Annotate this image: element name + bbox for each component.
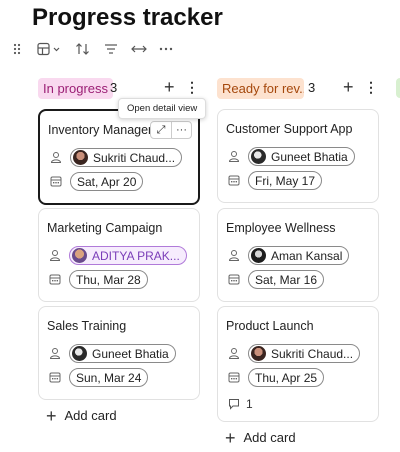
plus-icon: + — [46, 405, 57, 426]
person-icon — [50, 152, 62, 163]
person-icon — [49, 250, 61, 261]
assignee-name: Guneet Bhatia — [271, 149, 348, 164]
date-chip[interactable]: Thu, Mar 28 — [69, 270, 148, 289]
avatar — [251, 248, 266, 263]
calendar-icon — [228, 274, 240, 285]
board-view-icon[interactable] — [36, 41, 64, 57]
assignee-chip[interactable]: ADITYA PRAK... — [69, 246, 187, 265]
card-customer-support-app[interactable]: Customer Support App Guneet Bhatia Fri, … — [217, 109, 379, 203]
filter-icon[interactable] — [103, 41, 119, 57]
date-chip[interactable]: Fri, May 17 — [248, 171, 323, 190]
column-more-icon[interactable]: ⋮ — [364, 78, 378, 96]
assignee-name: Sukriti Chaud... — [93, 150, 176, 165]
status-pill[interactable]: Ready for rev... — [217, 78, 304, 99]
person-icon — [228, 151, 240, 162]
assignee-chip[interactable]: Guneet Bhatia — [69, 344, 176, 363]
comment-count-label: 1 — [246, 397, 253, 411]
assignee-name: Sukriti Chaud... — [271, 346, 354, 361]
card-count: 3 — [110, 80, 118, 95]
card-inventory-management[interactable]: Inventory Management ⤢ ··· Sukriti Chaud… — [38, 109, 200, 205]
date-chip[interactable]: Thu, Apr 25 — [248, 368, 325, 387]
more-icon[interactable] — [158, 41, 174, 57]
card-more-icon[interactable]: ··· — [171, 122, 191, 138]
avatar — [251, 149, 266, 164]
avatar — [72, 248, 87, 263]
card-title: Marketing Campaign — [47, 221, 163, 235]
calendar-icon — [50, 176, 62, 187]
plus-icon: + — [225, 427, 236, 448]
avatar — [72, 346, 87, 361]
card-title: Inventory Management — [48, 123, 152, 137]
card-title: Sales Training — [47, 319, 127, 333]
card-title: Employee Wellness — [226, 221, 336, 235]
card-title: Customer Support App — [226, 122, 353, 136]
column-header: In progress 3 + ⋮ — [38, 76, 200, 100]
assignee-chip[interactable]: Aman Kansal — [248, 246, 350, 265]
calendar-icon — [228, 372, 240, 383]
sort-icon[interactable] — [74, 41, 92, 57]
column-more-icon[interactable]: ⋮ — [185, 78, 199, 96]
card-sales-training[interactable]: Sales Training Guneet Bhatia Sun, Mar 24 — [38, 306, 200, 400]
avatar — [73, 150, 88, 165]
expand-icon[interactable] — [130, 41, 148, 57]
assignee-chip[interactable]: Guneet Bhatia — [248, 147, 355, 166]
date-chip[interactable]: Sun, Mar 24 — [69, 368, 149, 387]
calendar-icon — [228, 175, 240, 186]
card-marketing-campaign[interactable]: Marketing Campaign ADITYA PRAK... Thu, M… — [38, 208, 200, 302]
tooltip: Open detail view — [118, 98, 207, 119]
person-icon — [49, 348, 61, 359]
person-icon — [228, 348, 240, 359]
calendar-icon — [49, 372, 61, 383]
board-column-ready-for-review: Ready for rev... 3 + ⋮ — [217, 76, 379, 100]
person-icon — [228, 250, 240, 261]
add-card-label: Add card — [64, 408, 117, 423]
status-pill[interactable]: In progress — [38, 78, 114, 99]
open-detail-icon[interactable]: ⤢ — [151, 122, 171, 138]
card-count: 3 — [308, 80, 316, 95]
avatar — [251, 346, 266, 361]
date-chip[interactable]: Sat, Apr 20 — [70, 172, 144, 191]
assignee-name: Guneet Bhatia — [92, 346, 169, 361]
assignee-chip[interactable]: Sukriti Chaud... — [70, 148, 183, 167]
assignee-name: ADITYA PRAK... — [92, 248, 180, 263]
add-card-button[interactable]: + Add card — [225, 427, 296, 448]
drag-handle-icon[interactable] — [12, 42, 22, 56]
page-title: Progress tracker — [32, 4, 223, 31]
date-chip[interactable]: Sat, Mar 16 — [248, 270, 325, 289]
next-column-edge — [396, 78, 400, 98]
card-product-launch[interactable]: Product Launch Sukriti Chaud... Thu, Apr… — [217, 306, 379, 422]
card-actions: ⤢ ··· — [150, 121, 192, 139]
calendar-icon — [49, 274, 61, 285]
column-header: Ready for rev... 3 + ⋮ — [217, 76, 379, 100]
add-card-label: Add card — [243, 430, 296, 445]
board-column-in-progress: In progress 3 + ⋮ — [38, 76, 200, 100]
comment-count[interactable]: 1 — [228, 397, 253, 411]
comment-icon — [229, 399, 239, 410]
add-icon[interactable]: + — [343, 78, 354, 96]
assignee-name: Aman Kansal — [271, 248, 343, 263]
card-employee-wellness[interactable]: Employee Wellness Aman Kansal Sat, Mar 1… — [217, 208, 379, 302]
card-title: Product Launch — [226, 319, 314, 333]
assignee-chip[interactable]: Sukriti Chaud... — [248, 344, 361, 363]
add-card-button[interactable]: + Add card — [46, 405, 117, 426]
add-icon[interactable]: + — [164, 78, 175, 96]
